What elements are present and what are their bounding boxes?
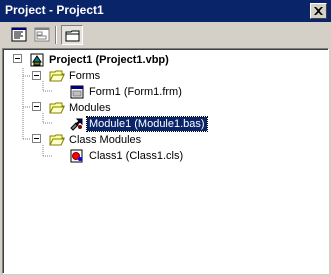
root-expander[interactable] (13, 54, 22, 63)
project-explorer-window: Project - Project1 Project1 (Project1.vb… (0, 0, 331, 276)
tree-node-label: Modules (69, 102, 111, 114)
tree-node-label: Form1 (Form1.frm) (89, 86, 182, 98)
toolbar-separator (55, 26, 57, 44)
view-object-icon (34, 27, 50, 42)
tree-node-label: Class1 (Class1.cls) (89, 150, 184, 162)
title-bar[interactable]: Project - Project1 (0, 0, 331, 22)
view-code-icon (11, 27, 27, 42)
modules-expander[interactable] (32, 102, 41, 111)
class-module-icon (70, 149, 83, 163)
class-modules-expander[interactable] (32, 134, 41, 143)
open-folder-icon (49, 102, 65, 114)
tree-node-label: Project1 (Project1.vbp) (49, 54, 169, 66)
tree-node-label: Forms (69, 70, 101, 82)
view-object-button[interactable] (31, 25, 53, 45)
window-title: Project - Project1 (5, 3, 104, 17)
open-folder-icon (49, 134, 65, 146)
folder-icon (65, 30, 80, 42)
project-icon (30, 53, 44, 67)
module-icon (70, 118, 83, 131)
open-folder-icon (49, 70, 65, 82)
view-code-button[interactable] (8, 25, 30, 45)
toggle-folders-button[interactable] (61, 25, 83, 45)
tree-node-label: Class Modules (69, 134, 142, 146)
forms-expander[interactable] (32, 71, 41, 80)
form-icon (70, 85, 84, 99)
toolbar (0, 22, 331, 48)
tree-node-label: Module1 (Module1.bas) (86, 116, 208, 132)
close-icon (314, 7, 323, 15)
project-tree[interactable]: Project1 (Project1.vbp) Forms Form1 (For… (2, 48, 329, 274)
close-button[interactable] (310, 3, 327, 19)
